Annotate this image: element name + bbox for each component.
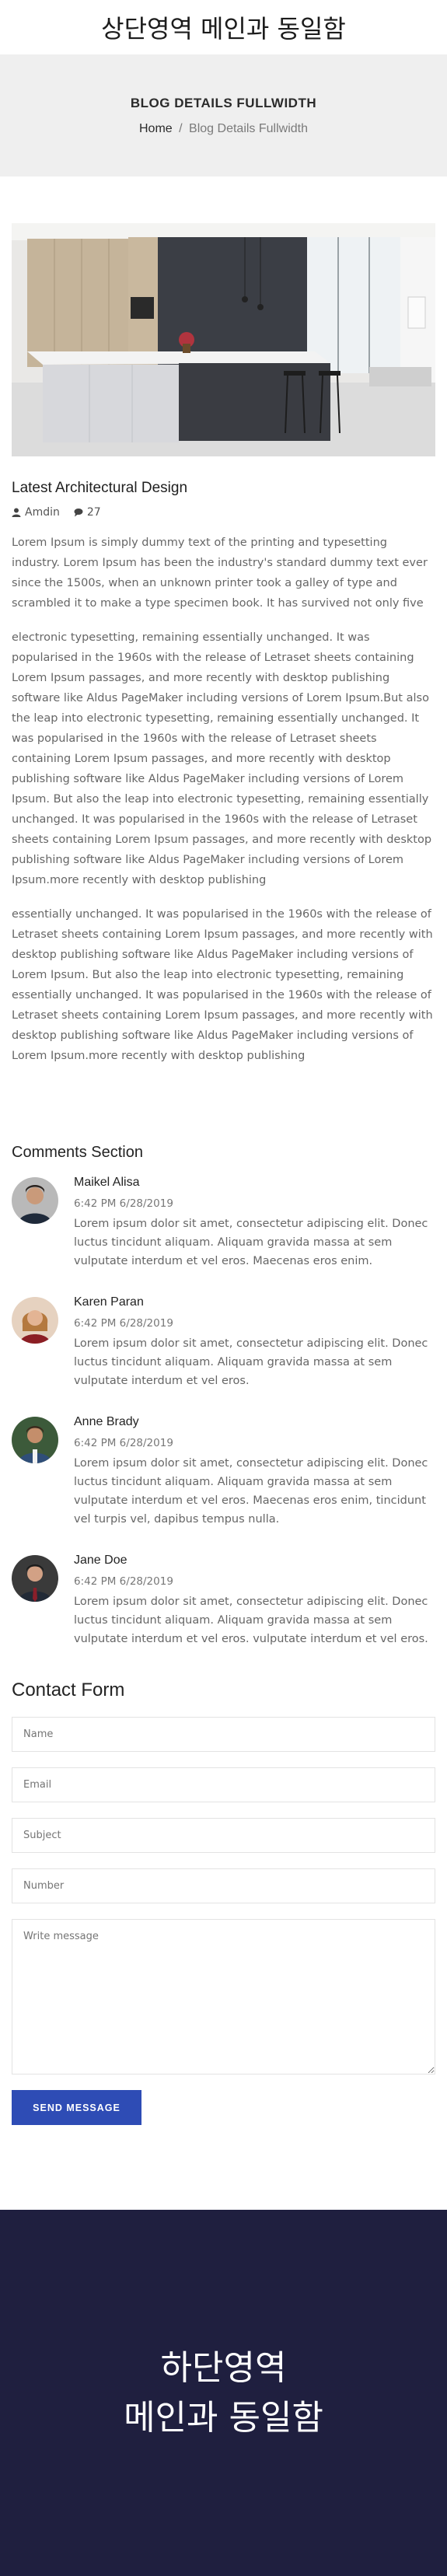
footer-text-line2: 메인과 동일함 xyxy=(124,2397,323,2438)
subject-field[interactable] xyxy=(12,1818,435,1853)
comment-text: Lorem ipsum dolor sit amet, consectetur … xyxy=(74,1596,428,1645)
post-paragraph: electronic typesetting, remaining essent… xyxy=(12,631,432,886)
page-header: BLOG DETAILS FULLWIDTH Home / Blog Detai… xyxy=(0,54,447,177)
post-comments-count[interactable]: 27 xyxy=(74,506,101,519)
comment-count-value: 27 xyxy=(86,506,101,519)
main-content: Latest Architectural Design Amdin 27 Lor… xyxy=(0,223,447,2125)
email-field[interactable] xyxy=(12,1767,435,1802)
post-paragraph: essentially unchanged. It was popularise… xyxy=(12,908,433,1062)
comment-date: 6:42 PM 6/28/2019 xyxy=(74,1317,173,1330)
footer: 하단영역 메인과 동일함 xyxy=(0,2210,447,2576)
comment-author-name: Maikel Alisa xyxy=(74,1176,140,1189)
comment-item: Maikel Alisa 6:42 PM 6/28/2019 Lorem ips… xyxy=(12,1176,435,1271)
comment-author-name: Jane Doe xyxy=(74,1554,127,1567)
avatar xyxy=(12,1417,58,1463)
comment-date: 6:42 PM 6/28/2019 xyxy=(74,1575,173,1588)
avatar xyxy=(12,1297,58,1344)
footer-text-line1: 하단영역 xyxy=(160,2347,287,2388)
comment-item: Jane Doe 6:42 PM 6/28/2019 Lorem ipsum d… xyxy=(12,1554,435,1648)
comment-date: 6:42 PM 6/28/2019 xyxy=(74,1197,173,1210)
top-banner-text: 상단영역 메인과 동일함 xyxy=(101,14,346,44)
comment-author-name: Karen Paran xyxy=(74,1295,144,1309)
comment-item: Karen Paran 6:42 PM 6/28/2019 Lorem ipsu… xyxy=(12,1295,435,1390)
avatar xyxy=(12,1555,58,1602)
post-meta: Amdin 27 xyxy=(12,506,435,519)
send-message-button[interactable]: SEND MESSAGE xyxy=(12,2090,141,2125)
comment-text: Lorem ipsum dolor sit amet, consectetur … xyxy=(74,1218,428,1267)
comments-section-title: Comments Section xyxy=(12,1144,143,1161)
comment-author-name: Anne Brady xyxy=(74,1415,139,1428)
post-title: Latest Architectural Design xyxy=(12,480,188,496)
page-title: BLOG DETAILS FULLWIDTH xyxy=(130,95,317,110)
avatar xyxy=(12,1177,58,1224)
user-icon xyxy=(12,508,21,517)
top-banner: 상단영역 메인과 동일함 xyxy=(0,0,447,54)
post-author-name: Amdin xyxy=(25,506,60,519)
contact-form: SEND MESSAGE xyxy=(12,1717,435,2125)
name-field[interactable] xyxy=(12,1717,435,1752)
breadcrumb-current: Blog Details Fullwidth xyxy=(189,121,308,135)
post-paragraph: Lorem Ipsum is simply dummy text of the … xyxy=(12,537,428,610)
message-field[interactable] xyxy=(12,1919,435,2074)
comments-section: Comments Section Maikel Alisa 6:42 PM 6/… xyxy=(12,1144,435,1648)
breadcrumb-separator: / xyxy=(179,121,183,135)
breadcrumb: Home / Blog Details Fullwidth xyxy=(139,122,308,136)
breadcrumb-home-link[interactable]: Home xyxy=(139,122,173,135)
post-author[interactable]: Amdin xyxy=(12,506,60,519)
comment-icon xyxy=(74,509,83,517)
contact-form-section: Contact Form SEND MESSAGE xyxy=(12,1679,435,2125)
post-hero-image xyxy=(12,223,435,456)
comment-text: Lorem ipsum dolor sit amet, consectetur … xyxy=(74,1337,428,1387)
comment-item: Anne Brady 6:42 PM 6/28/2019 Lorem ipsum… xyxy=(12,1415,435,1529)
comment-text: Lorem ipsum dolor sit amet, consectetur … xyxy=(74,1457,428,1526)
contact-form-title: Contact Form xyxy=(12,1679,125,1700)
comment-date: 6:42 PM 6/28/2019 xyxy=(74,1437,173,1449)
number-field[interactable] xyxy=(12,1868,435,1903)
